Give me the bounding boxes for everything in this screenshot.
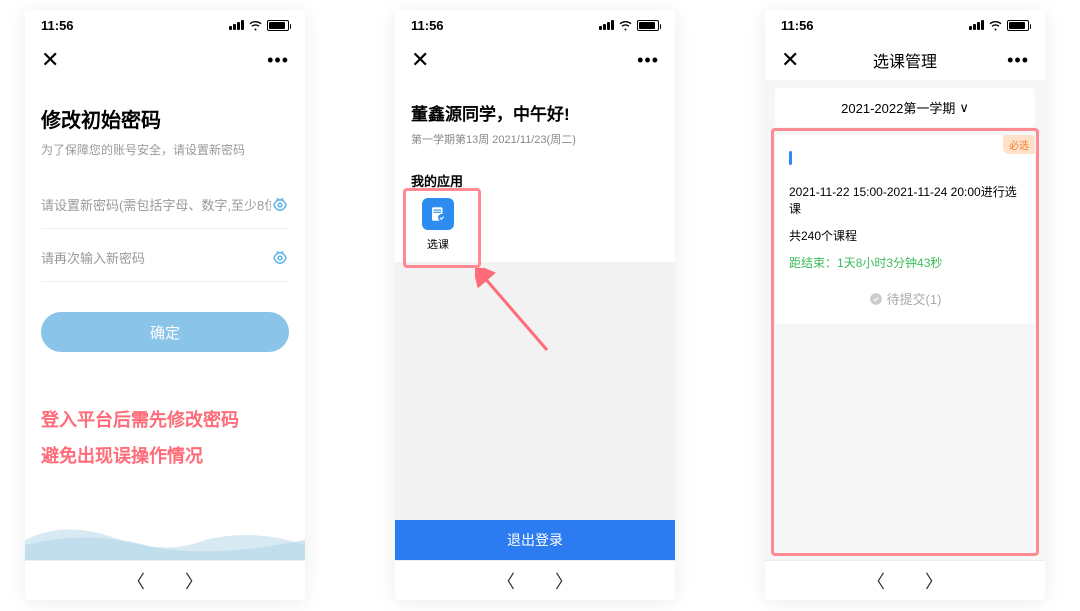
status-bar: 11:56 [765,10,1045,40]
content: 董鑫源同学，中午好! 第一学期第13周 2021/11/23(周二) 我的应用 … [395,80,675,560]
wifi-icon [988,20,1003,31]
time-range: 2021-11-22 15:00-2021-11-24 20:00进行选课 [789,183,1021,217]
check-circle-icon [869,292,883,306]
phone-home: 11:56 ✕ ••• 董鑫源同学，中午好! 第一学期第13周 2021/11/… [395,10,675,600]
highlight-annotation [403,188,481,268]
term-label: 2021-2022第一学期 [841,98,955,117]
status-icons [969,20,1029,31]
page-subtitle: 为了保障您的账号安全，请设置新密码 [41,141,289,158]
more-icon[interactable]: ••• [267,50,289,71]
confirm-password-input[interactable] [41,251,271,266]
status-time: 11:56 [411,18,444,33]
nav-bar: ✕ ••• [25,40,305,80]
signal-icon [229,20,244,30]
confirm-button[interactable]: 确定 [41,312,289,352]
nav-bar: ✕ ••• [395,40,675,80]
status-time: 11:56 [41,18,74,33]
course-card[interactable]: 必选 2021-11-22 15:00-2021-11-24 20:00进行选课… [775,135,1035,324]
annotation-line-2: 避免出现误操作情况 [41,438,289,474]
submit-status: 待提交(1) [789,289,1021,308]
content: 修改初始密码 为了保障您的账号安全，请设置新密码 确定 登入平台后需先修改密码 … [25,80,305,560]
wave-decoration [25,510,305,560]
nav-back-icon[interactable]: 〈 [497,568,515,594]
accent-bar [789,151,792,165]
date-line: 第一学期第13周 2021/11/23(周二) [411,131,659,147]
new-password-input[interactable] [41,198,271,213]
countdown-label: 距结束： [789,256,837,270]
battery-icon [1007,20,1029,31]
required-badge: 必选 [1003,135,1035,154]
status-icons [599,20,659,31]
close-icon[interactable]: ✕ [41,47,59,73]
eye-icon[interactable] [271,249,289,267]
bottom-nav: 〈 〉 [765,560,1045,600]
empty-area [395,262,675,520]
course-count: 共240个课程 [789,227,1021,244]
nav-bar: ✕ 选课管理 ••• [765,40,1045,80]
annotation: 登入平台后需先修改密码 避免出现误操作情况 [41,402,289,474]
signal-icon [599,20,614,30]
more-icon[interactable]: ••• [1007,50,1029,71]
nav-forward-icon[interactable]: 〉 [555,568,573,594]
countdown-value: 1天8小时3分钟43秒 [837,256,942,270]
bottom-nav: 〈 〉 [395,560,675,600]
greeting-block: 董鑫源同学，中午好! 第一学期第13周 2021/11/23(周二) [395,80,675,159]
password-field-1 [41,182,289,229]
status-time: 11:56 [781,18,814,33]
annotation-line-1: 登入平台后需先修改密码 [41,402,289,438]
status-text: 待提交(1) [887,289,942,308]
chevron-down-icon: ∨ [959,100,969,116]
page-title: 修改初始密码 [41,104,289,133]
status-icons [229,20,289,31]
nav-back-icon[interactable]: 〈 [127,568,145,594]
greeting: 董鑫源同学，中午好! [411,100,659,125]
nav-forward-icon[interactable]: 〉 [925,568,943,594]
phone-course-management: 11:56 ✕ 选课管理 ••• 2021-2022第一学期 ∨ 必选 2021… [765,10,1045,600]
more-icon[interactable]: ••• [637,50,659,71]
password-field-2 [41,235,289,282]
nav-title: 选课管理 [873,48,937,72]
wifi-icon [248,20,263,31]
close-icon[interactable]: ✕ [411,47,429,73]
battery-icon [267,20,289,31]
eye-icon[interactable] [271,196,289,214]
wifi-icon [618,20,633,31]
term-selector[interactable]: 2021-2022第一学期 ∨ [775,88,1035,127]
status-bar: 11:56 [25,10,305,40]
signal-icon [969,20,984,30]
nav-forward-icon[interactable]: 〉 [185,568,203,594]
countdown: 距结束：1天8小时3分钟43秒 [789,254,1021,271]
content: 2021-2022第一学期 ∨ 必选 2021-11-22 15:00-2021… [765,80,1045,560]
battery-icon [637,20,659,31]
logout-button[interactable]: 退出登录 [395,520,675,560]
bottom-nav: 〈 〉 [25,560,305,600]
close-icon[interactable]: ✕ [781,47,799,73]
phone-change-password: 11:56 ✕ ••• 修改初始密码 为了保障您的账号安全，请设置新密码 确定 … [25,10,305,600]
nav-back-icon[interactable]: 〈 [867,568,885,594]
status-bar: 11:56 [395,10,675,40]
